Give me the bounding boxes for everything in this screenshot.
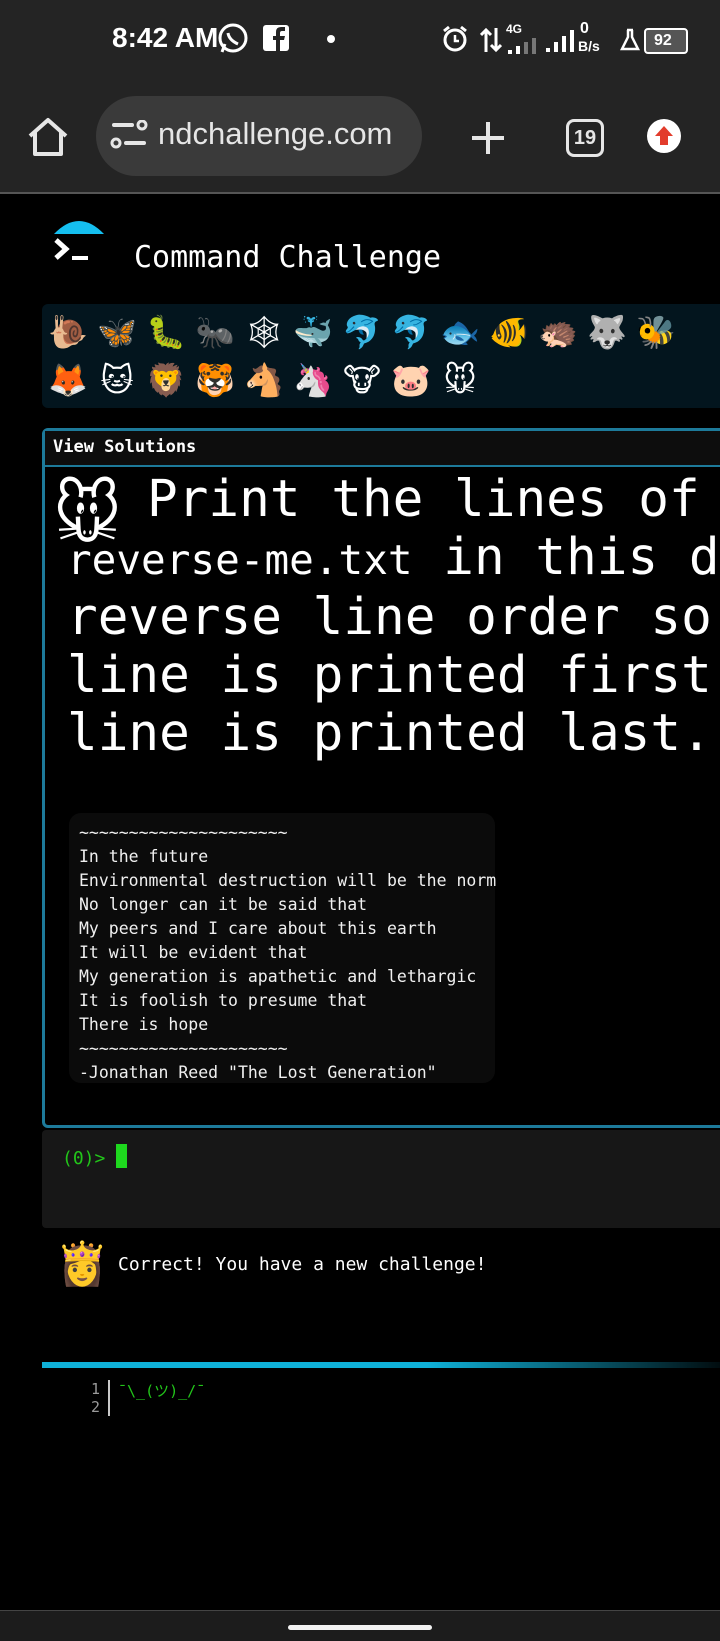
- data-transfer-icon: [480, 27, 502, 53]
- home-icon[interactable]: [26, 116, 70, 158]
- dolphin-2-icon[interactable]: 🐬: [389, 310, 433, 354]
- site-settings-icon[interactable]: [110, 120, 148, 150]
- editor-gutter: [108, 1380, 110, 1416]
- flask-icon: [620, 28, 640, 51]
- challenge-line-4: line is printed first: [67, 646, 712, 705]
- file-line: ~~~~~~~~~~~~~~~~~~~~~: [79, 823, 288, 842]
- file-line: Environmental destruction will be the no…: [79, 871, 497, 890]
- tiger-icon[interactable]: 🐯: [193, 358, 237, 402]
- file-line: My peers and I care about this earth: [79, 919, 437, 938]
- snail-icon[interactable]: 🐌: [46, 310, 90, 354]
- caterpillar-icon[interactable]: 🐛: [144, 310, 188, 354]
- pig-icon[interactable]: 🐷: [389, 358, 433, 402]
- system-nav-bar: [0, 1610, 720, 1641]
- cow-icon[interactable]: 🐮: [340, 358, 384, 402]
- logo-icon[interactable]: [50, 214, 108, 268]
- ant-icon[interactable]: 🐜: [193, 310, 237, 354]
- file-line: ~~~~~~~~~~~~~~~~~~~~~: [79, 1039, 288, 1058]
- tropical-fish-icon[interactable]: 🐠: [487, 310, 531, 354]
- battery-level: 92: [654, 32, 672, 49]
- speed-value: 0: [580, 20, 589, 37]
- home-gesture-bar[interactable]: [288, 1625, 432, 1630]
- cat-icon[interactable]: 🐱: [95, 358, 139, 402]
- line-number: 2: [90, 1398, 100, 1416]
- solutions-header[interactable]: View Solutions: [45, 431, 720, 467]
- challenge-emoji-list: 🐌 🦋 🐛 🐜 🕸 🐳 🐬 🐬 🐟 🐠 🦔 🐺 🐝 🦊 🐱 🦁 🐯 🐴 🦄 🐮 🐷 🐭: [42, 304, 720, 408]
- bee-icon[interactable]: 🐝: [634, 310, 678, 354]
- update-icon[interactable]: [646, 118, 682, 154]
- file-line: There is hope: [79, 1015, 209, 1034]
- site-title[interactable]: Command Challenge: [134, 240, 441, 275]
- whatsapp-icon: [218, 23, 248, 53]
- file-line: -Jonathan Reed "The Lost Generation": [79, 1063, 437, 1082]
- signal-icon: [508, 38, 536, 54]
- alarm-icon: [443, 25, 467, 52]
- file-line: My generation is apathetic and lethargic: [79, 967, 477, 986]
- challenge-line-3: reverse line order so: [67, 588, 712, 647]
- status-bar: 8:42 AM 4G 0 B/s 92: [0, 0, 720, 82]
- challenge-filename: reverse-me.txt: [67, 536, 413, 584]
- challenge-line-2: in this d: [412, 528, 720, 587]
- battery-icon: 92: [644, 28, 688, 54]
- file-line: It is foolish to presume that: [79, 991, 368, 1010]
- mouse-icon[interactable]: 🐭: [438, 358, 482, 402]
- browser-toolbar: ndchallenge.com 19: [0, 82, 720, 194]
- view-solutions-link[interactable]: View Solutions: [53, 437, 196, 457]
- terminal-cursor: [116, 1144, 127, 1168]
- spider-web-icon[interactable]: 🕸: [242, 310, 286, 354]
- challenge-line-5: line is printed last.: [67, 704, 712, 763]
- dolphin-icon[interactable]: 🐬: [340, 310, 384, 354]
- dot-icon: [327, 35, 335, 43]
- output-editor: 1 2 ¯\_(ツ)_/¯: [70, 1380, 720, 1420]
- princess-icon: 👸: [56, 1239, 109, 1288]
- status-time: 8:42 AM: [112, 22, 219, 53]
- editor-code: ¯\_(ツ)_/¯: [118, 1382, 206, 1400]
- unicorn-icon[interactable]: 🦄: [291, 358, 335, 402]
- challenge-panel: View Solutions 🐭 Print the lines of reve…: [42, 428, 720, 1128]
- facebook-icon: [263, 25, 289, 51]
- progress-bar: [42, 1362, 720, 1368]
- lion-icon[interactable]: 🦁: [144, 358, 188, 402]
- file-line: In the future: [79, 847, 209, 866]
- url-text[interactable]: ndchallenge.com: [158, 116, 392, 152]
- terminal-prompt: (0)>: [62, 1148, 106, 1169]
- feedback-message: Correct! You have a new challenge!: [118, 1254, 487, 1275]
- line-number: 1: [90, 1380, 100, 1398]
- address-bar[interactable]: ndchallenge.com: [96, 96, 422, 176]
- web-page: Command Challenge 🐌 🦋 🐛 🐜 🕸 🐳 🐬 🐬 🐟 🐠 🦔 🐺 🐝 🦊 🐱 🦁 🐯 🐴 🦄 🐮 🐷 🐭…: [0, 194, 720, 1610]
- new-tab-icon[interactable]: [470, 120, 506, 156]
- terminal-input[interactable]: (0)>: [42, 1130, 720, 1228]
- challenge-description: Print the lines of reverse-me.txt in thi…: [67, 471, 720, 763]
- tabs-icon[interactable]: 19: [566, 119, 604, 157]
- signal-2-icon: [546, 30, 574, 52]
- wolf-icon[interactable]: 🐺: [585, 310, 629, 354]
- horse-icon[interactable]: 🐴: [242, 358, 286, 402]
- butterfly-icon[interactable]: 🦋: [95, 310, 139, 354]
- file-line: No longer can it be said that: [79, 895, 368, 914]
- challenge-line-1: Print the lines of: [147, 470, 700, 529]
- hedgehog-icon[interactable]: 🦔: [536, 310, 580, 354]
- fish-icon[interactable]: 🐟: [438, 310, 482, 354]
- fox-icon[interactable]: 🦊: [46, 358, 90, 402]
- whale-icon[interactable]: 🐳: [291, 310, 335, 354]
- file-contents-block: ~~~~~~~~~~~~~~~~~~~~~ In the future Enviro…: [69, 813, 497, 1083]
- file-line: It will be evident that: [79, 943, 308, 962]
- speed-unit: B/s: [578, 38, 600, 54]
